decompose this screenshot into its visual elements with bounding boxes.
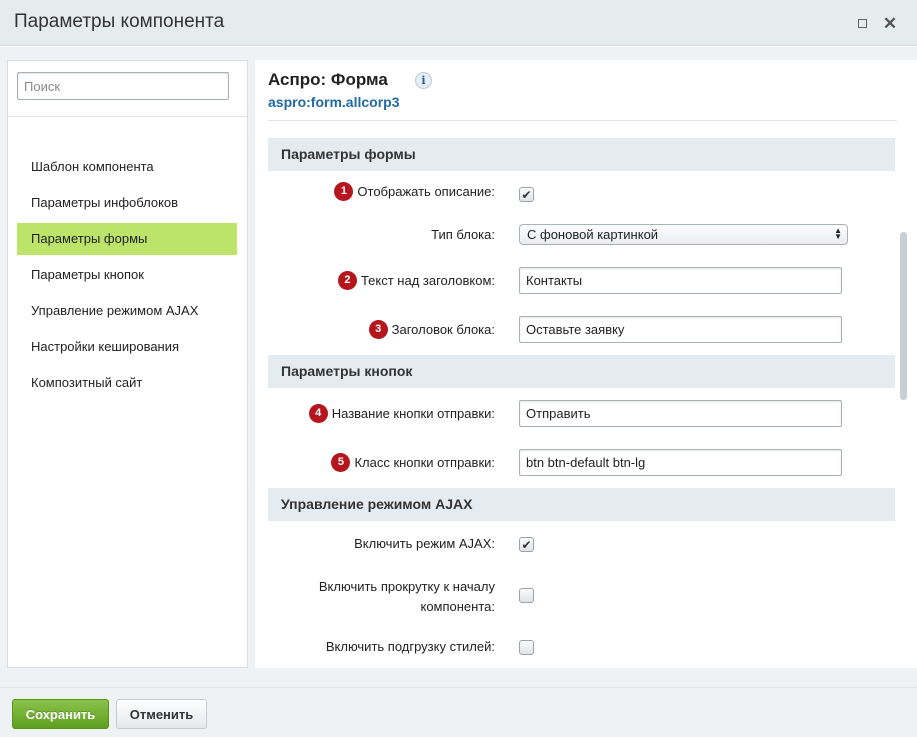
sidebar-item-composite[interactable]: Композитный сайт [17,367,237,399]
callout-badge: 2 [337,271,357,290]
block-type-label: Тип блока: [431,227,495,242]
save-button[interactable]: Сохранить [12,699,109,729]
label-text: Класс кнопки отправки: [354,454,495,470]
section-header-buttons: Параметры кнопок [268,355,895,388]
block-title-input[interactable] [519,316,842,343]
dialog-body: Шаблон компонента Параметры инфоблоков П… [0,47,917,687]
sidebar: Шаблон компонента Параметры инфоблоков П… [7,60,248,668]
close-icon: ✕ [882,13,898,33]
callout-badge: 3 [368,320,388,339]
callout-badge: 1 [334,182,354,201]
select-value: С фоновой картинкой [527,227,659,242]
submit-class-label: 5 Класс кнопки отправки: [331,453,495,473]
main-panel: Аспро: Форма i aspro:form.allcorp3 Парам… [255,60,917,668]
scroll-to-top-checkbox[interactable] [519,588,534,603]
load-styles-label: Включить подгрузку стилей: [325,639,495,654]
block-type-select[interactable]: С фоновой картинкой ▲ ▼ [519,224,848,245]
scroll-to-top-label: Включить прокрутку к началу компонента: [319,577,495,617]
component-title: Аспро: Форма [268,70,388,89]
info-icon[interactable]: i [415,72,432,89]
checkmark-icon: ✔ [521,187,532,202]
load-styles-checkbox[interactable] [519,640,534,655]
label-text: Заголовок блока: [391,321,495,337]
submit-name-input[interactable] [519,400,842,427]
submit-class-input[interactable] [519,449,842,476]
show-description-checkbox[interactable]: ✔ [519,187,534,202]
sidebar-item-ajax[interactable]: Управление режимом AJAX [17,295,237,327]
maximize-button[interactable] [853,14,871,32]
sidebar-divider [8,116,247,117]
enable-ajax-checkbox[interactable]: ✔ [519,537,534,552]
text-above-title-input[interactable] [519,267,842,294]
sidebar-item-cache[interactable]: Настройки кеширования [17,331,237,363]
checkmark-icon: ✔ [521,537,532,552]
callout-badge: 4 [308,404,328,423]
block-title-label: 3 Заголовок блока: [368,320,495,340]
text-above-title-label: 2 Текст над заголовком: [337,271,495,291]
show-description-label: 1 Отображать описание: [334,182,495,202]
label-text: Текст над заголовком: [360,272,495,288]
enable-ajax-label: Включить режим AJAX: [354,536,495,551]
label-line-1: Включить прокрутку к началу [318,579,495,594]
label-text: Название кнопки отправки: [331,405,495,421]
sidebar-item-iblocks[interactable]: Параметры инфоблоков [17,187,237,219]
section-header-form: Параметры формы [268,138,895,171]
label-line-2: компонента: [420,599,495,614]
label-text: Отображать описание: [357,183,495,199]
component-code: aspro:form.allcorp3 [268,94,400,110]
callout-badge: 5 [331,453,351,472]
cancel-button[interactable]: Отменить [116,699,207,729]
scrollbar-thumb[interactable] [900,232,907,400]
window-titlebar: Параметры компонента ✕ [0,0,917,46]
dialog-footer: Сохранить Отменить [0,687,917,737]
sidebar-item-template[interactable]: Шаблон компонента [17,151,237,183]
header-divider [268,120,897,121]
select-arrows-icon: ▲ ▼ [834,226,842,241]
sidebar-item-button-params[interactable]: Параметры кнопок [17,259,237,291]
main-scrollbar[interactable] [898,60,917,668]
maximize-icon [857,18,867,28]
window-title: Параметры компонента [14,11,225,32]
search-input[interactable] [17,72,229,100]
submit-name-label: 4 Название кнопки отправки: [308,404,495,424]
close-button[interactable]: ✕ [881,14,899,32]
section-header-ajax: Управление режимом AJAX [268,488,895,521]
sidebar-item-form-params[interactable]: Параметры формы [17,223,237,255]
